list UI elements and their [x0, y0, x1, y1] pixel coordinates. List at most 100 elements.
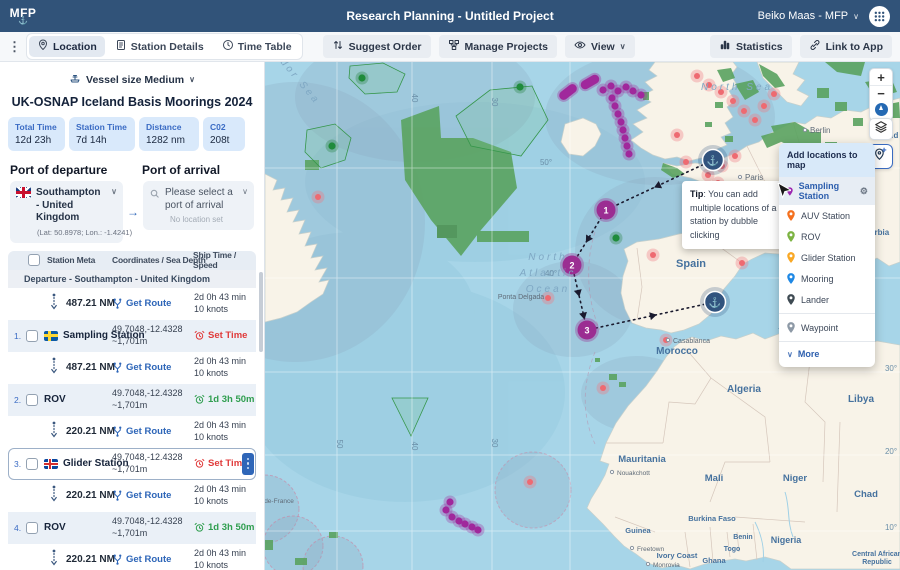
map-label: North Sea: [701, 82, 773, 93]
map-label: Berlin: [810, 126, 830, 135]
port-dot: [761, 103, 767, 109]
popup-item-lander[interactable]: Lander: [779, 289, 875, 310]
station-checkbox[interactable]: [26, 330, 38, 342]
map-label: Mauritania: [618, 454, 666, 465]
table-row-station[interactable]: 4.ROV49.7048,-12.4328~1,701m1d 3h 50m: [8, 512, 256, 544]
popup-item-glider-station[interactable]: Glider Station: [779, 247, 875, 268]
port-dot: [650, 252, 656, 258]
popup-item-rov[interactable]: ROV: [779, 226, 875, 247]
city-dot: [738, 175, 741, 178]
leg-distance: 220.21 NM: [66, 426, 115, 437]
popup-item-sampling-station[interactable]: Sampling Station ⚙: [779, 177, 875, 205]
table-section-row: Departure - Southampton - United Kingdom: [8, 270, 256, 288]
popup-item-mooring[interactable]: Mooring: [779, 268, 875, 289]
user-menu[interactable]: Beiko Maas - MFP ∨: [758, 10, 859, 22]
station-status[interactable]: 1d 3h 50m: [194, 522, 254, 533]
kebab-menu-icon[interactable]: ⋮: [8, 39, 18, 55]
select-all-checkbox[interactable]: [28, 254, 40, 266]
station-dot: [474, 526, 481, 533]
get-route-link[interactable]: Get Route: [112, 426, 171, 437]
departure-coords: (Lat: 50.8978; Lon.: -1.4241): [37, 228, 117, 237]
gear-icon[interactable]: ⚙: [860, 186, 868, 197]
station-index: 3.: [14, 459, 26, 469]
layers-button[interactable]: [869, 118, 893, 140]
leg-distance: 220.21 NM: [66, 554, 115, 565]
map-label: Benin: [733, 534, 752, 541]
get-route-link[interactable]: Get Route: [112, 490, 171, 501]
table-row-station[interactable]: 1.Sampling Station49.7048,-12.4328~1,701…: [8, 320, 256, 352]
station-checkbox[interactable]: [26, 394, 38, 406]
popup-item-label: Waypoint: [801, 323, 838, 333]
departure-heading: Port of departure: [10, 163, 107, 177]
map-label: Nigeria: [771, 535, 803, 545]
tab-station-details[interactable]: Station Details: [107, 36, 212, 57]
chevron-down-icon: ∨: [242, 187, 248, 197]
button-label: Statistics: [736, 41, 783, 53]
port-dot: [315, 194, 321, 200]
popup-item-waypoint[interactable]: Waypoint: [779, 317, 875, 338]
leg-distance: 487.21 NM: [66, 298, 115, 309]
map-label: 30°: [885, 364, 897, 373]
sidebar-scrollbar[interactable]: [259, 272, 263, 352]
station-status[interactable]: Set Time: [194, 458, 247, 469]
vessel-size-selector[interactable]: Vessel size Medium ∨: [57, 72, 207, 87]
leg-time: 2d 0h 43 min10 knots: [194, 356, 246, 379]
stat-station-time: Station Time7d 14h: [69, 117, 135, 151]
route-segment-icon: [48, 357, 60, 378]
map-zoom-controls: + −: [869, 68, 893, 121]
popup-item-auv-station[interactable]: AUV Station: [779, 205, 875, 226]
zoom-out-button[interactable]: −: [870, 85, 892, 101]
tooltip-title: Tip: [690, 189, 703, 199]
tab-location[interactable]: Location: [29, 36, 105, 57]
map-pin-icon: [786, 293, 796, 306]
compass-button[interactable]: [875, 103, 888, 116]
manage-projects-button[interactable]: Manage Projects: [439, 35, 557, 58]
route-segment-icon: [48, 549, 60, 570]
map-label: 30: [490, 98, 499, 107]
link-to-app-button[interactable]: Link to App: [800, 35, 892, 58]
station-checkbox[interactable]: [26, 458, 38, 470]
popup-item-label: ROV: [801, 232, 821, 242]
suggest-order-button[interactable]: Suggest Order: [323, 35, 431, 58]
link-icon: [809, 39, 821, 54]
apps-grid-button[interactable]: [869, 6, 890, 27]
table-row-station[interactable]: 2.ROV49.7048,-12.4328~1,701m1d 3h 50m: [8, 384, 256, 416]
search-icon: [149, 188, 160, 204]
get-route-link[interactable]: Get Route: [112, 298, 171, 309]
mpa-dot: [358, 74, 365, 81]
popup-more-button[interactable]: ∨More: [779, 345, 875, 363]
map-label: Monrovia: [653, 562, 680, 569]
stat-label: Total Time: [15, 122, 58, 132]
station-status[interactable]: 1d 3h 50m: [194, 394, 254, 405]
popup-item-label: Sampling Station: [799, 181, 855, 201]
table-row-station[interactable]: 3.Glider Station49.7048,-12.4328~1,701mS…: [8, 448, 256, 480]
column-header: Ship Time / Speed: [193, 250, 256, 270]
view-button[interactable]: View∨: [565, 35, 635, 58]
departure-port-select[interactable]: Southampton - United Kingdom ∨ (Lat: 50.…: [10, 181, 123, 243]
statistics-button[interactable]: Statistics: [710, 35, 792, 58]
stat-value: 208t: [210, 135, 238, 146]
get-route-link[interactable]: Get Route: [112, 362, 171, 373]
button-label: Link to App: [826, 41, 883, 53]
station-checkbox[interactable]: [26, 522, 38, 534]
chevron-down-icon: ∨: [620, 42, 626, 51]
map-label: Togo: [724, 546, 741, 553]
pin-plus-icon: [873, 147, 887, 166]
map-canvas[interactable]: ⚓⚓123 Labrador SeaNorth SeaNorthAtlantic…: [265, 62, 900, 570]
leg-time: 2d 0h 43 min10 knots: [194, 420, 246, 443]
port-dot: [752, 117, 758, 123]
clock-icon: [222, 39, 234, 54]
get-route-link[interactable]: Get Route: [112, 554, 171, 565]
map-label: Spain: [676, 258, 706, 270]
tab-time-table[interactable]: Time Table: [214, 36, 300, 57]
map-label: 40°: [545, 269, 557, 278]
arrival-port-select[interactable]: Please select a port of arrival ∨ No loc…: [143, 181, 254, 230]
row-menu-button[interactable]: [242, 453, 254, 475]
map-label: 40: [410, 442, 419, 451]
zoom-in-button[interactable]: +: [870, 69, 892, 85]
tab-label: Location: [53, 41, 97, 53]
station-coordinates: 49.7048,-12.4328~1,701m: [112, 388, 183, 411]
flag-uk-icon: [16, 187, 31, 198]
map-label: 20°: [885, 447, 897, 456]
station-status[interactable]: Set Time: [194, 330, 247, 341]
